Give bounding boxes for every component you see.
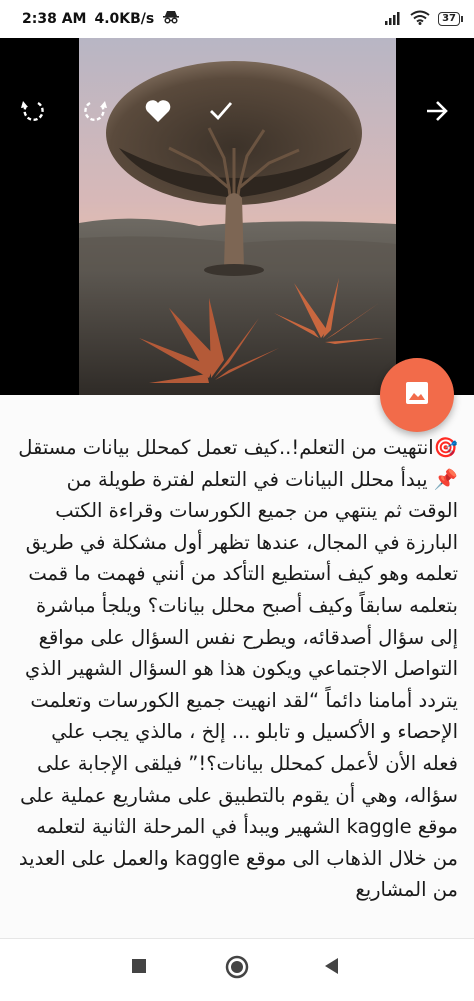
status-left: 2:38 AM 4.0KB/s bbox=[22, 10, 180, 28]
post-caption: 🎯انتهيت من التعلم!..كيف تعمل كمحلل بيانا… bbox=[14, 432, 458, 937]
network-speed: 4.0KB/s bbox=[94, 11, 155, 27]
arrow-right-icon[interactable] bbox=[422, 96, 452, 126]
rotate-right-icon[interactable] bbox=[80, 96, 110, 126]
image-icon bbox=[404, 380, 430, 410]
caption-title: 🎯انتهيت من التعلم!..كيف تعمل كمحلل بيانا… bbox=[18, 436, 458, 459]
rotate-left-icon[interactable] bbox=[18, 96, 48, 126]
status-right: 37 bbox=[384, 10, 463, 29]
image-fab-button[interactable] bbox=[380, 358, 454, 432]
system-nav-bar bbox=[0, 938, 474, 1001]
caption-body: 📌 يبدأ محلل البيانات في التعلم لفترة طوي… bbox=[18, 467, 458, 902]
home-circle-icon[interactable] bbox=[224, 954, 250, 984]
recents-square-icon[interactable] bbox=[130, 957, 148, 979]
battery-icon: 37 bbox=[438, 12, 463, 26]
image-viewer[interactable] bbox=[0, 38, 474, 395]
incognito-icon bbox=[162, 10, 180, 28]
dragon-tree-photo bbox=[79, 38, 396, 395]
heart-icon[interactable] bbox=[143, 96, 173, 126]
signal-icon bbox=[384, 10, 402, 29]
wifi-icon bbox=[410, 10, 430, 29]
check-icon[interactable] bbox=[206, 96, 236, 126]
status-bar: 2:38 AM 4.0KB/s 37 bbox=[0, 0, 474, 38]
back-triangle-icon[interactable] bbox=[323, 957, 341, 979]
status-time: 2:38 AM bbox=[22, 11, 87, 27]
